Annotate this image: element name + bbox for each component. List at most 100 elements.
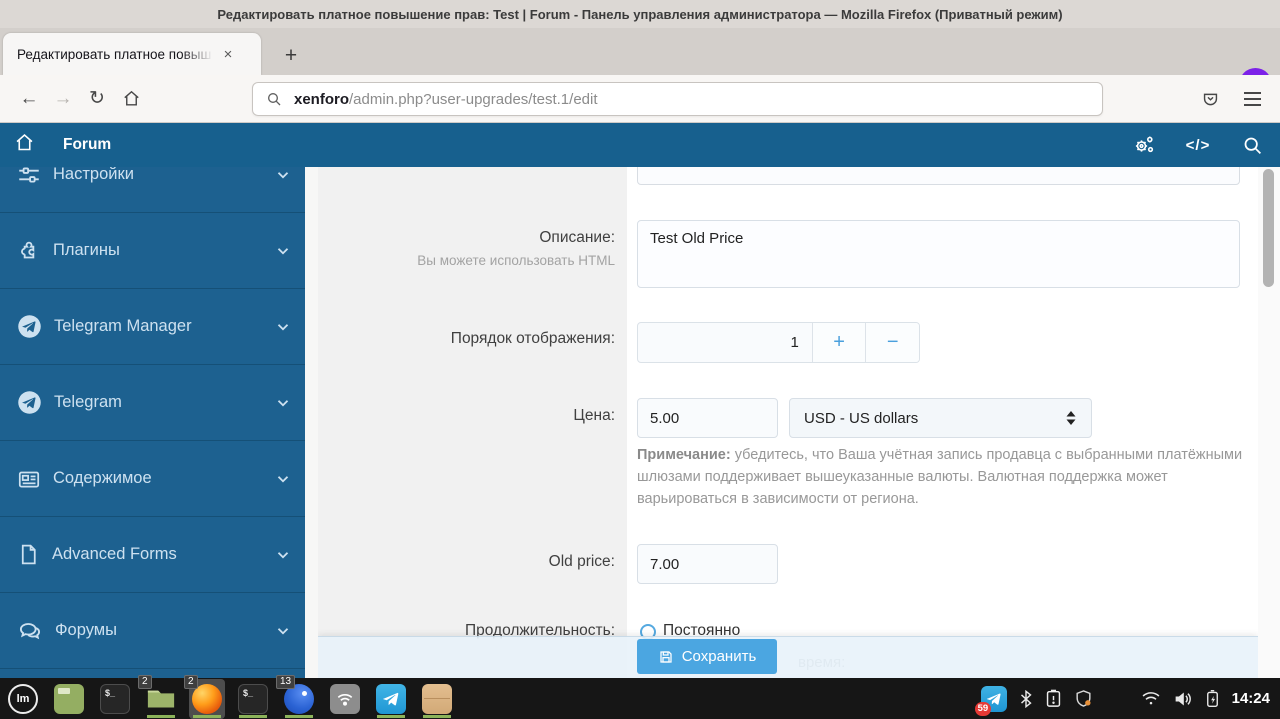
chevron-down-icon <box>277 323 289 331</box>
display-order-input[interactable]: 1 <box>638 323 812 362</box>
keyboard-layout-flag-ru[interactable] <box>1105 691 1129 707</box>
decrement-button[interactable]: − <box>865 323 919 362</box>
description-hint: Вы можете использовать HTML <box>417 253 615 268</box>
admin-brand[interactable]: Forum <box>63 136 111 154</box>
sliders-icon <box>19 167 39 183</box>
increment-button[interactable]: + <box>811 323 866 362</box>
code-icon: </> <box>1185 136 1211 154</box>
home-button[interactable] <box>114 82 148 116</box>
user-upgrade-edit-form: Описание: Вы можете использовать HTML Te… <box>318 167 1258 678</box>
browser-tab[interactable]: Редактировать платное повыш × <box>3 33 261 75</box>
home-icon <box>16 134 33 151</box>
window-icon <box>54 683 84 714</box>
clipboard-tray-icon[interactable] <box>1045 689 1062 708</box>
display-order-stepper: 1 + − <box>637 322 920 363</box>
new-tab-button[interactable]: + <box>276 41 306 71</box>
menu-button[interactable] <box>1235 82 1269 116</box>
reload-button[interactable]: ↻ <box>80 82 114 116</box>
bluetooth-tray-icon[interactable] <box>1019 689 1033 708</box>
telegram-icon <box>18 315 41 338</box>
admin-sidebar: Настройки Плагины Telegram Manager Teleg… <box>0 167 305 678</box>
display-order-label: Порядок отображения: <box>450 330 615 347</box>
admin-code-button[interactable]: </> <box>1186 133 1210 157</box>
home-icon <box>123 90 139 106</box>
terminal-button-2[interactable]: $_ <box>235 679 271 719</box>
archive-app-button[interactable] <box>419 679 455 719</box>
sidebar-item-telegram-manager[interactable]: Telegram Manager <box>0 289 305 365</box>
save-icon <box>660 650 672 663</box>
admin-search-button[interactable] <box>1240 133 1264 157</box>
chat-bubbles-icon <box>19 622 41 639</box>
select-arrows-icon <box>1066 411 1076 425</box>
chevron-down-icon <box>277 399 289 407</box>
tab-close-icon[interactable]: × <box>217 43 239 65</box>
scrollbar-thumb[interactable] <box>1263 169 1274 287</box>
admin-home-button[interactable] <box>14 132 35 158</box>
document-icon <box>21 544 36 565</box>
forward-button[interactable]: → <box>46 82 80 116</box>
old-price-input[interactable] <box>637 544 778 584</box>
page-gap <box>305 167 318 678</box>
wifi-tray-icon[interactable] <box>1141 690 1161 707</box>
terminal-icon: $_ <box>238 683 268 714</box>
volume-tray-icon[interactable] <box>1173 690 1193 708</box>
admin-settings-button[interactable] <box>1132 133 1156 157</box>
save-button[interactable]: Сохранить <box>637 639 777 674</box>
description-label: Описание: <box>539 229 615 246</box>
mint-menu-button[interactable]: lm <box>5 679 41 719</box>
network-app-button[interactable] <box>327 679 363 719</box>
telegram-icon <box>376 683 406 714</box>
price-input[interactable] <box>637 398 778 438</box>
chevron-down-icon <box>277 475 289 483</box>
sidebar-item-plugins[interactable]: Плагины <box>0 213 305 289</box>
window-titlebar: Редактировать платное повышение прав: Te… <box>0 0 1280 28</box>
hamburger-icon <box>1243 92 1261 94</box>
wifi-icon <box>330 683 360 714</box>
chevron-down-icon <box>277 627 289 635</box>
folder-window-button[interactable]: 2 <box>138 674 179 719</box>
browser-toolbar: ← → ↻ xenforo/admin.php?user-upgrades/te… <box>0 75 1280 123</box>
chevron-down-icon <box>277 171 289 179</box>
window-count-badge: 13 <box>276 674 296 689</box>
sidebar-item-label: Telegram Manager <box>54 317 192 335</box>
chevron-down-icon <box>277 551 289 559</box>
terminal-button-1[interactable]: $_ <box>97 679 133 719</box>
telegram-tray-icon[interactable]: 59 <box>974 685 1007 716</box>
sidebar-item-settings[interactable]: Настройки <box>0 167 305 213</box>
sidebar-item-content[interactable]: Содержимое <box>0 441 305 517</box>
mint-logo-icon: lm <box>8 683 38 714</box>
pocket-icon <box>1203 93 1217 105</box>
back-button[interactable]: ← <box>12 82 46 116</box>
admin-header: Forum </> <box>0 123 1280 167</box>
telegram-app-button[interactable] <box>373 679 409 719</box>
search-icon <box>1244 137 1261 154</box>
archive-icon <box>422 683 452 714</box>
sidebar-item-advanced-forms[interactable]: Advanced Forms <box>0 517 305 593</box>
mail-app-button[interactable]: 13 <box>276 674 317 719</box>
search-icon <box>268 93 281 106</box>
url-domain: xenforo <box>294 90 350 108</box>
description-textarea[interactable]: Test Old Price <box>637 220 1240 288</box>
window-count-badge: 2 <box>184 674 198 689</box>
currency-select[interactable]: USD - US dollars <box>789 398 1092 438</box>
sidebar-item-forums[interactable]: Форумы <box>0 593 305 669</box>
sidebar-item-label: Содержимое <box>53 469 152 487</box>
file-manager-button[interactable] <box>51 679 87 719</box>
battery-tray-icon[interactable] <box>1205 689 1220 708</box>
tray-clock[interactable]: 14:24 <box>1232 690 1270 707</box>
page-scrollbar[interactable] <box>1258 167 1280 678</box>
pocket-button[interactable] <box>1193 82 1227 116</box>
security-shield-tray-icon[interactable] <box>1074 689 1093 708</box>
telegram-icon <box>18 391 41 414</box>
firefox-button[interactable]: 2 <box>184 674 225 719</box>
system-taskbar: lm $_ 2 2 $_ 13 59 14:24 <box>0 674 1280 719</box>
url-text: xenforo/admin.php?user-upgrades/test.1/e… <box>294 91 598 108</box>
taskbar-apps: lm $_ 2 2 $_ 13 <box>0 674 455 719</box>
title-field-partial[interactable] <box>637 167 1240 185</box>
sidebar-item-telegram[interactable]: Telegram <box>0 365 305 441</box>
screen: Редактировать платное повышение прав: Te… <box>0 0 1280 719</box>
price-note: Примечание: убедитесь, что Ваша учётная … <box>637 444 1249 510</box>
price-note-bold: Примечание: <box>637 447 731 463</box>
url-bar[interactable]: xenforo/admin.php?user-upgrades/test.1/e… <box>252 82 1103 116</box>
newspaper-icon <box>18 471 40 487</box>
